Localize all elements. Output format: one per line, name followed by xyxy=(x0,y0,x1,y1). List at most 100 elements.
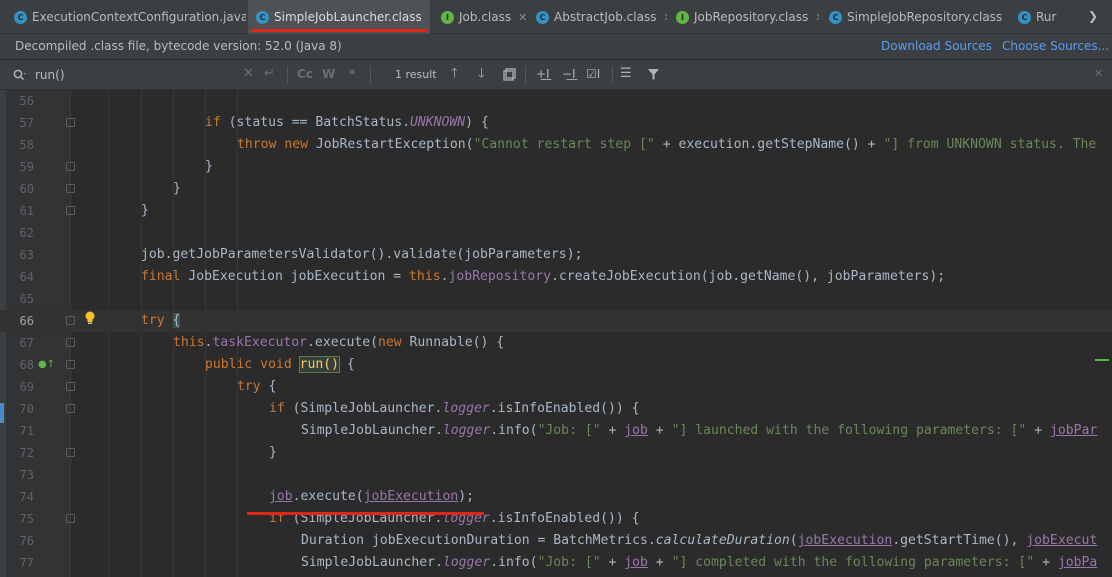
code-line-58: throw new JobRestartException("Cannot re… xyxy=(237,137,1097,152)
line-number: 66 xyxy=(19,314,34,328)
match-case-toggle[interactable]: Cc xyxy=(297,67,313,81)
code-line-60: } xyxy=(173,181,181,196)
download-sources-link[interactable]: Download Sources xyxy=(881,39,992,53)
line-number: 75 xyxy=(19,512,34,526)
tab-execution-context-configuration[interactable]: C ExecutionContextConfiguration.java ✕ xyxy=(0,0,246,34)
separator xyxy=(612,66,613,84)
code-line-76: Duration jobExecutionDuration = BatchMet… xyxy=(301,533,1098,548)
tab-run-truncated[interactable]: C Rur xyxy=(1010,0,1076,34)
tab-simple-job-repository[interactable]: C SimpleJobRepository.class ✕ xyxy=(820,0,1010,34)
tab-job-repository[interactable]: I JobRepository.class ✕ xyxy=(667,0,819,34)
close-tab-icon[interactable]: ✕ xyxy=(518,11,526,24)
close-find-bar-icon[interactable]: ✕ xyxy=(1094,67,1103,81)
editor-row: 74 xyxy=(0,486,1112,508)
editor-row: 56 xyxy=(0,90,1112,112)
next-occurrence-arrow-down-icon[interactable]: 🡓 xyxy=(478,67,485,81)
result-count: 1 result xyxy=(395,68,437,81)
words-toggle[interactable]: W xyxy=(322,67,335,81)
tab-abstract-job[interactable]: C AbstractJob.class ✕ xyxy=(527,0,667,34)
remove-occurrence-icon[interactable]: −͟I xyxy=(562,67,576,81)
implements-method-icon[interactable]: ●↑ xyxy=(38,359,55,370)
code-line-64: final JobExecution jobExecution = this.j… xyxy=(141,269,946,284)
editor-row: 67 xyxy=(0,332,1112,354)
class-file-icon: C xyxy=(256,10,269,24)
tab-label: ExecutionContextConfiguration.java xyxy=(32,10,246,24)
code-line-57: if (status == BatchStatus.UNKNOWN) { xyxy=(205,115,489,130)
class-file-icon: C xyxy=(14,10,27,24)
search-match-highlight: run() xyxy=(298,356,341,373)
line-number: 62 xyxy=(19,226,34,240)
separator xyxy=(370,66,371,84)
fold-marker-icon[interactable] xyxy=(66,316,75,325)
close-tab-icon[interactable]: ✕ xyxy=(429,11,430,24)
line-number: 59 xyxy=(19,160,34,174)
fold-marker-icon[interactable] xyxy=(66,382,75,391)
active-tab-annotation-underline xyxy=(251,29,428,32)
line-number: 69 xyxy=(19,380,34,394)
line-number: 68 xyxy=(19,358,34,372)
search-input[interactable]: run() xyxy=(35,68,65,82)
class-file-icon: C xyxy=(829,10,842,24)
line-number: 63 xyxy=(19,248,34,262)
line-number: 72 xyxy=(19,446,34,460)
editor-row: 73 xyxy=(0,464,1112,486)
select-all-occurrences-icon[interactable] xyxy=(503,68,516,81)
new-line-icon[interactable]: ↵ xyxy=(264,67,275,81)
decompiled-message: Decompiled .class file, bytecode version… xyxy=(15,39,342,53)
fold-marker-icon[interactable] xyxy=(66,206,75,215)
regex-toggle[interactable]: * xyxy=(349,67,355,81)
fold-marker-icon[interactable] xyxy=(66,514,75,523)
line-number: 77 xyxy=(19,556,34,570)
fold-marker-icon[interactable] xyxy=(66,404,75,413)
editor-row: 60 xyxy=(0,178,1112,200)
fold-marker-icon[interactable] xyxy=(66,360,75,369)
editor-row: 57 xyxy=(0,112,1112,134)
code-line-66: try { xyxy=(141,313,181,328)
line-number: 60 xyxy=(19,182,34,196)
tab-job[interactable]: I Job.class ✕ xyxy=(432,0,526,34)
code-line-69: try { xyxy=(237,379,277,394)
separator xyxy=(287,66,288,84)
code-line-61: } xyxy=(141,203,149,218)
lightbulb-intention-icon[interactable] xyxy=(84,311,96,325)
close-tab-icon[interactable]: ✕ xyxy=(815,11,819,24)
code-line-70: if (SimpleJobLauncher.logger.isInfoEnabl… xyxy=(269,401,640,416)
fold-marker-icon[interactable] xyxy=(66,448,75,457)
editor-row: 69 xyxy=(0,376,1112,398)
previous-occurrence-arrow-up-icon[interactable]: 🡑 xyxy=(451,67,458,81)
code-line-71: SimpleJobLauncher.logger.info("Job: [" +… xyxy=(301,423,1098,438)
choose-sources-link[interactable]: Choose Sources... xyxy=(1002,39,1109,53)
fold-marker-icon[interactable] xyxy=(66,184,75,193)
add-occurrence-icon[interactable]: +͟I xyxy=(536,67,550,81)
class-file-icon: C xyxy=(1018,10,1031,24)
filter-funnel-icon[interactable] xyxy=(647,68,660,81)
tab-label: SimpleJobLauncher.class xyxy=(274,10,422,24)
tab-label: JobRepository.class xyxy=(694,10,809,24)
editor-row: 68 xyxy=(0,354,1112,376)
tab-label: Rur xyxy=(1036,10,1057,24)
search-icon[interactable] xyxy=(13,69,27,81)
editor-tab-bar: C ExecutionContextConfiguration.java ✕ C… xyxy=(0,0,1112,34)
clear-search-icon[interactable]: ✕ xyxy=(243,67,254,81)
line-number: 67 xyxy=(19,336,34,350)
interface-file-icon: I xyxy=(441,10,454,24)
code-line-59: } xyxy=(205,159,213,174)
fold-marker-icon[interactable] xyxy=(66,162,75,171)
fold-marker-icon[interactable] xyxy=(66,338,75,347)
editor-row: 62 xyxy=(0,222,1112,244)
editor-row: 72 xyxy=(0,442,1112,464)
editor-row: 59 xyxy=(0,156,1112,178)
line-number: 74 xyxy=(19,490,34,504)
line-number: 58 xyxy=(19,138,34,152)
line-number: 56 xyxy=(19,94,34,108)
select-all-matches-icon[interactable]: ☑I xyxy=(586,67,600,81)
annotation-underline xyxy=(247,512,484,515)
filter-search-results-icon[interactable]: ☰ xyxy=(620,67,632,81)
tab-label: Job.class xyxy=(459,10,512,24)
code-line-63: job.getJobParametersValidator().validate… xyxy=(141,247,583,262)
tab-label: SimpleJobRepository.class xyxy=(847,10,1003,24)
show-hidden-tabs-chevron-icon[interactable]: ❯ xyxy=(1088,9,1098,23)
fold-marker-icon[interactable] xyxy=(66,118,75,127)
code-line-68: public void run() { xyxy=(205,356,355,373)
interface-file-icon: I xyxy=(676,10,689,24)
